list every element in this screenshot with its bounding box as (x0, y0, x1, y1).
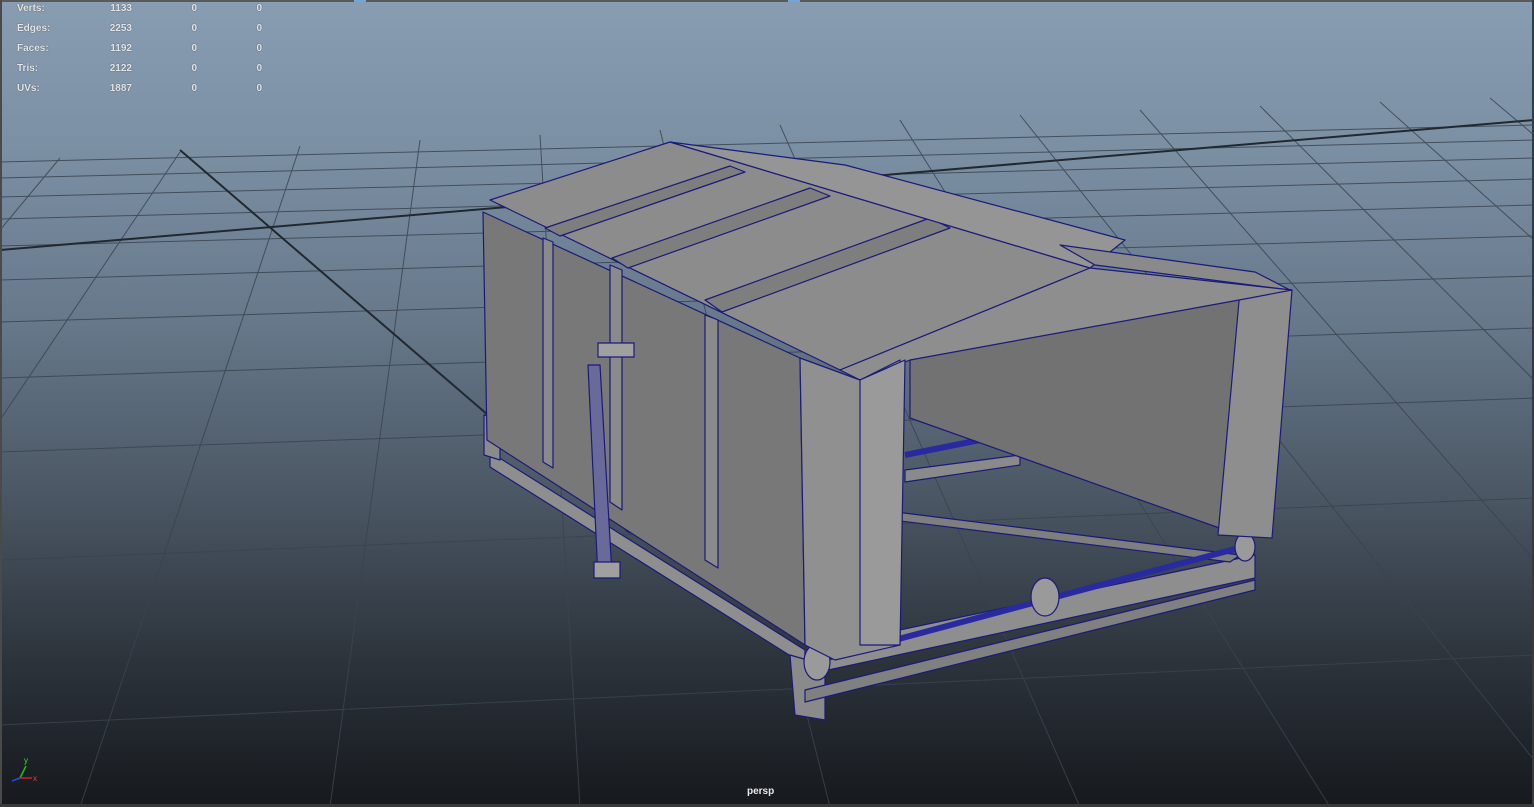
top-highlight-right (788, 0, 800, 2)
side-rib-3[interactable] (704, 314, 719, 569)
hud-value-extra: 0 (256, 63, 262, 74)
hud-value-selected: 0 (191, 43, 197, 54)
front-post-face[interactable] (859, 359, 906, 646)
viewport-top-border (0, 0, 1534, 2)
hud-value-selected: 0 (191, 23, 197, 34)
hud-value-extra: 0 (256, 83, 262, 94)
hud-value-selected: 0 (191, 3, 197, 14)
hud-label: UVs: (17, 83, 40, 94)
hud-value-total: 2253 (109, 23, 132, 34)
hud-value-total: 2122 (109, 63, 132, 74)
axis-gizmo: y x (11, 756, 37, 783)
top-highlight-left (354, 0, 366, 2)
perspective-viewport[interactable]: Verts: 1133 0 0 Edges: 2253 0 0 Faces: 1… (0, 0, 1534, 807)
hud-label: Tris: (17, 63, 39, 74)
mesh-object[interactable] (482, 141, 1293, 721)
hud-value-total: 1887 (109, 83, 132, 94)
wheel-front-mid[interactable] (1030, 577, 1060, 617)
hud-label: Verts: (17, 3, 45, 14)
hud-value-selected: 0 (191, 83, 197, 94)
hud-value-total: 1192 (110, 43, 132, 54)
hud-value-total: 1133 (110, 3, 132, 14)
hud-value-selected: 0 (191, 63, 197, 74)
side-rib-1[interactable] (542, 237, 554, 469)
hud-value-extra: 0 (256, 23, 262, 34)
axis-x-label: x (33, 774, 37, 783)
axis-y-label: y (24, 756, 28, 765)
camera-name-label: persp (747, 786, 775, 797)
lever-foot[interactable] (593, 561, 621, 579)
hud-value-extra: 0 (256, 3, 262, 14)
lever-handle[interactable] (597, 342, 635, 358)
frame-bar-mid[interactable] (904, 454, 1021, 483)
side-rib-2[interactable] (609, 264, 623, 511)
hud-label: Faces: (17, 43, 49, 54)
viewport-left-border (0, 0, 2, 807)
axis-z-line (11, 777, 21, 782)
hud-label: Edges: (17, 23, 51, 34)
scene-canvas[interactable] (0, 0, 1534, 807)
hud-value-extra: 0 (256, 43, 262, 54)
axis-y-line (19, 765, 27, 779)
